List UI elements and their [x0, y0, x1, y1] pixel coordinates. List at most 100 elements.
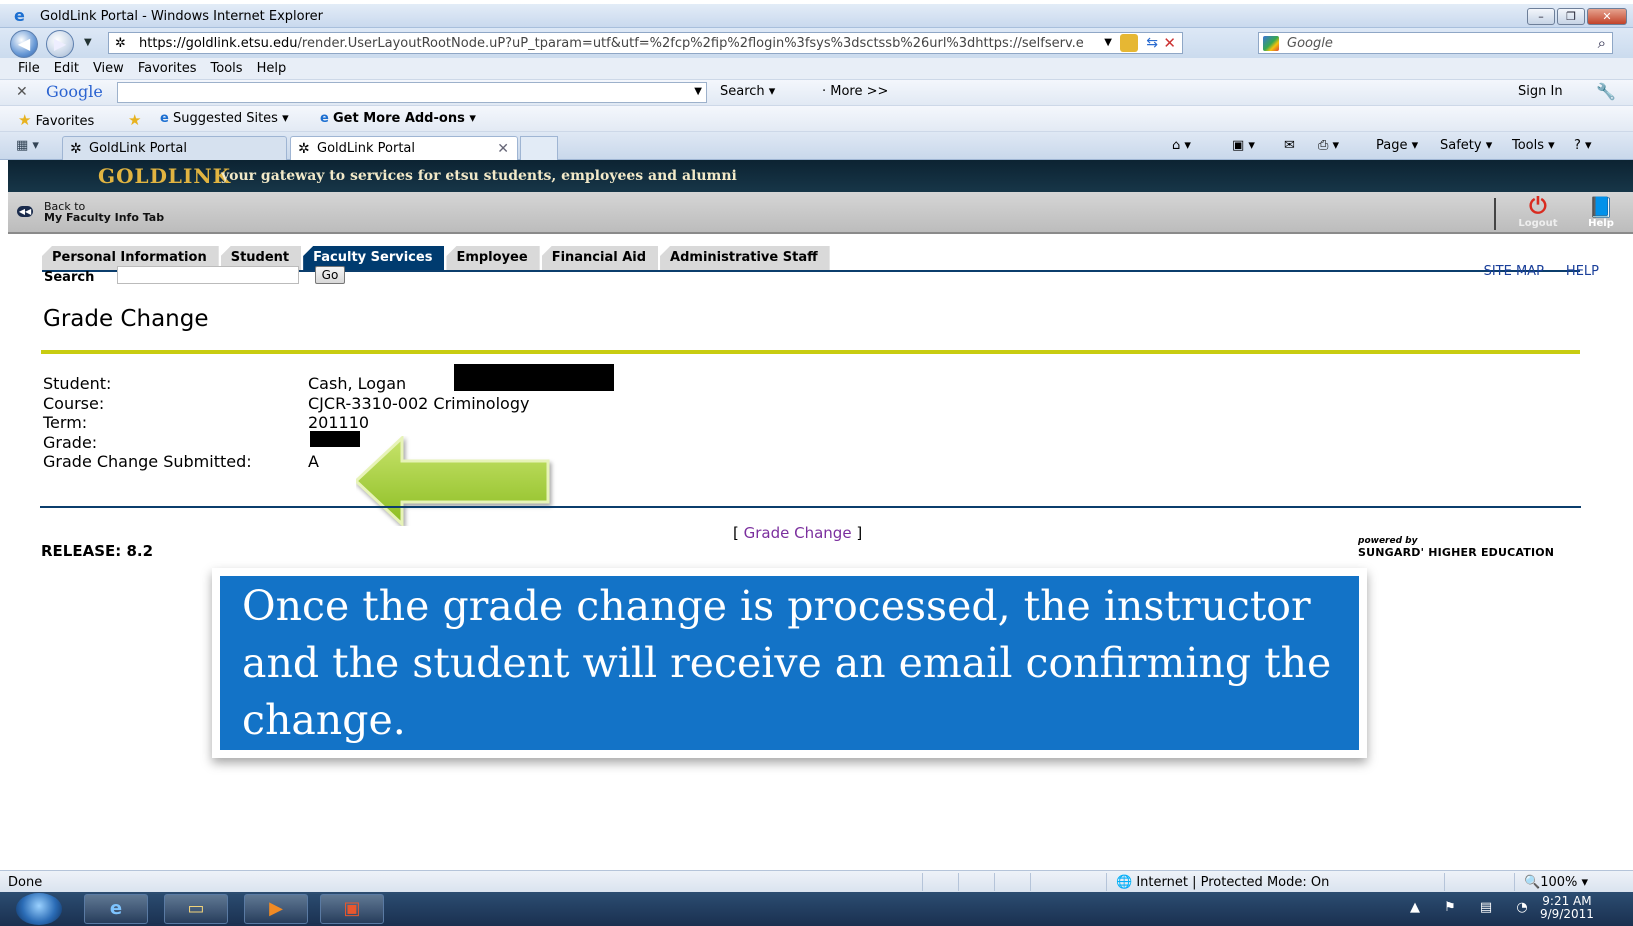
- content-divider: [40, 506, 1581, 508]
- browser-search-box[interactable]: Google ⌕: [1258, 32, 1613, 54]
- search-label: Search: [44, 270, 95, 285]
- menu-help[interactable]: Help: [257, 58, 301, 79]
- search-input[interactable]: [117, 266, 299, 284]
- star-icon: ★: [18, 111, 32, 129]
- back-to-faculty-link[interactable]: Back to My Faculty Info Tab: [44, 201, 164, 223]
- address-bar[interactable]: ✲ https://goldlink.etsu.edu/render.UserL…: [108, 32, 1183, 54]
- security-zone[interactable]: 🌐 Internet | Protected Mode: On: [1116, 875, 1329, 890]
- logout-button[interactable]: ⏻ Logout: [1513, 194, 1563, 230]
- site-map-link[interactable]: SITE MAP: [1484, 264, 1544, 279]
- powerpoint-taskbar-icon[interactable]: ▣: [320, 894, 384, 924]
- google-search-button[interactable]: Search ▾: [720, 84, 775, 99]
- window-controls: – ❐ ✕: [1527, 8, 1627, 25]
- grade-change-link[interactable]: Grade Change: [744, 524, 852, 542]
- portal-nav: ◀◀ Back to My Faculty Info Tab ⏻ Logout …: [8, 192, 1633, 234]
- tab-bar: ▦ ▾ ✲ GoldLink Portal ✲ GoldLink Portal …: [0, 132, 1633, 160]
- tab-goldlink-2[interactable]: ✲ GoldLink Portal ✕: [290, 136, 518, 160]
- callout-text: Once the grade change is processed, the …: [242, 582, 1332, 744]
- sign-in-button[interactable]: Sign In: [1518, 84, 1563, 99]
- redaction-box: [454, 364, 614, 391]
- tab-employee[interactable]: Employee: [446, 246, 540, 270]
- release-version: RELEASE: 8.2: [41, 542, 154, 560]
- gear-icon: ✲: [70, 141, 82, 157]
- close-toolbar-icon[interactable]: ✕: [16, 84, 28, 100]
- url-text[interactable]: https://goldlink.etsu.edu/render.UserLay…: [139, 36, 1139, 51]
- goldlink-banner: GOLDLINK your gateway to services for et…: [8, 160, 1633, 192]
- get-more-addons-button[interactable]: e Get More Add-ons ▾: [320, 111, 476, 126]
- print-icon[interactable]: ⎙ ▾: [1318, 138, 1339, 153]
- goldlink-logo: GOLDLINK: [98, 164, 231, 188]
- title-bar: e GoldLink Portal - Windows Internet Exp…: [0, 4, 1633, 28]
- page-menu[interactable]: Page ▾: [1376, 138, 1418, 153]
- google-provider-icon: [1263, 36, 1279, 51]
- system-tray[interactable]: ▲ ⚑ ▤ ◔: [1410, 900, 1538, 915]
- globe-icon: 🌐: [1116, 875, 1133, 890]
- close-button[interactable]: ✕: [1587, 8, 1627, 25]
- main-content: Personal Information Student Faculty Ser…: [8, 236, 1633, 870]
- quick-tabs-icon[interactable]: ▦ ▾: [16, 138, 39, 153]
- mail-icon[interactable]: ✉: [1284, 138, 1295, 153]
- ie-logo-icon: e: [14, 6, 25, 25]
- suggested-sites-button[interactable]: e Suggested Sites ▾: [160, 111, 289, 126]
- url-dropdown-icon[interactable]: ▼: [1104, 37, 1112, 48]
- ie-taskbar-icon[interactable]: e: [84, 894, 148, 924]
- history-dropdown-icon[interactable]: ▼: [84, 37, 92, 48]
- google-search-input[interactable]: ▼: [117, 82, 707, 103]
- stop-icon[interactable]: ✕: [1163, 34, 1176, 52]
- menu-file[interactable]: File: [18, 58, 54, 79]
- help-button[interactable]: 📘 Help: [1576, 196, 1626, 229]
- menu-view[interactable]: View: [93, 58, 138, 79]
- refresh-icon[interactable]: ⇆: [1146, 35, 1158, 51]
- banner-tagline: your gateway to services for etsu studen…: [221, 168, 737, 184]
- book-icon: 📘: [1588, 195, 1614, 219]
- power-icon: ⏻: [1529, 194, 1547, 219]
- go-button[interactable]: Go: [315, 266, 345, 284]
- page-title: Grade Change: [43, 306, 209, 332]
- gear-icon: ✲: [298, 141, 310, 157]
- menu-edit[interactable]: Edit: [54, 58, 93, 79]
- grade-change-link-wrap: [ Grade Change ]: [733, 524, 863, 542]
- menu-favorites[interactable]: Favorites: [138, 58, 211, 79]
- media-player-taskbar-icon[interactable]: ▶: [244, 894, 308, 924]
- restore-button[interactable]: ❐: [1557, 8, 1585, 25]
- safety-menu[interactable]: Safety ▾: [1440, 138, 1492, 153]
- google-logo: Google: [46, 82, 103, 101]
- folder-taskbar-icon[interactable]: ▭: [164, 894, 228, 924]
- forward-arrow-icon[interactable]: ▶: [46, 30, 74, 58]
- redaction-box: [310, 431, 360, 447]
- home-icon[interactable]: ⌂ ▾: [1172, 138, 1191, 153]
- ie-small-icon: e: [160, 111, 169, 126]
- zoom-level[interactable]: 🔍100% ▾: [1524, 875, 1588, 890]
- padlock-icon[interactable]: [1120, 34, 1138, 52]
- search-icon[interactable]: ⌕: [1598, 34, 1606, 52]
- clock[interactable]: 9:21 AM 9/9/2011: [1540, 895, 1594, 921]
- wrench-icon[interactable]: 🔧: [1596, 82, 1616, 101]
- favorites-bar: ★ Favorites ★ e Suggested Sites ▾ e Get …: [0, 106, 1633, 132]
- back-icon[interactable]: ◀◀: [17, 206, 33, 217]
- menu-tools[interactable]: Tools: [211, 58, 257, 79]
- search-placeholder: Google: [1287, 36, 1333, 51]
- close-tab-icon[interactable]: ✕: [497, 141, 509, 157]
- address-row: ◀ ▶ ▼ ✲ https://goldlink.etsu.edu/render…: [0, 28, 1633, 58]
- tab-goldlink-1[interactable]: ✲ GoldLink Portal: [62, 136, 287, 160]
- tools-menu[interactable]: Tools ▾: [1512, 138, 1555, 153]
- new-tab-button[interactable]: [520, 136, 558, 160]
- tab-administrative-staff[interactable]: Administrative Staff: [660, 246, 830, 270]
- more-button[interactable]: · More >>: [822, 84, 888, 99]
- favorites-button[interactable]: ★ Favorites: [18, 111, 94, 129]
- start-button[interactable]: [16, 893, 62, 925]
- feeds-icon[interactable]: ▣ ▾: [1232, 138, 1255, 153]
- instruction-callout: Once the grade change is processed, the …: [212, 568, 1367, 758]
- minimize-button[interactable]: –: [1527, 8, 1555, 25]
- add-favorite-icon[interactable]: ★: [128, 111, 141, 129]
- tab-financial-aid[interactable]: Financial Aid: [541, 246, 659, 270]
- chevron-down-icon[interactable]: ▼: [694, 86, 702, 97]
- help-icon[interactable]: ? ▾: [1574, 138, 1592, 153]
- menu-bar: File Edit View Favorites Tools Help: [0, 58, 1633, 80]
- status-text: Done: [8, 875, 43, 890]
- ie-small-icon: e: [320, 111, 329, 126]
- back-arrow-icon[interactable]: ◀: [10, 30, 38, 58]
- help-link[interactable]: HELP: [1566, 264, 1599, 279]
- status-bar: Done 🌐 Internet | Protected Mode: On 🔍10…: [0, 870, 1633, 892]
- ie-window: e GoldLink Portal - Windows Internet Exp…: [0, 0, 1633, 926]
